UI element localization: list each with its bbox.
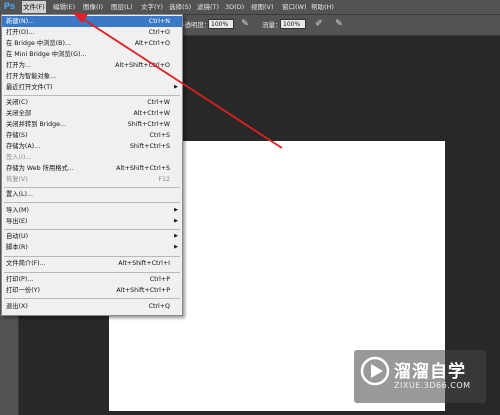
watermark-title: 溜溜自学 xyxy=(394,362,466,382)
watermark-subtitle: ZIXUE.3D66.COM xyxy=(394,381,471,390)
watermark: 溜溜自学 ZIXUE.3D66.COM xyxy=(354,350,486,403)
arrow-line xyxy=(79,16,283,149)
play-logo-icon xyxy=(360,356,390,386)
